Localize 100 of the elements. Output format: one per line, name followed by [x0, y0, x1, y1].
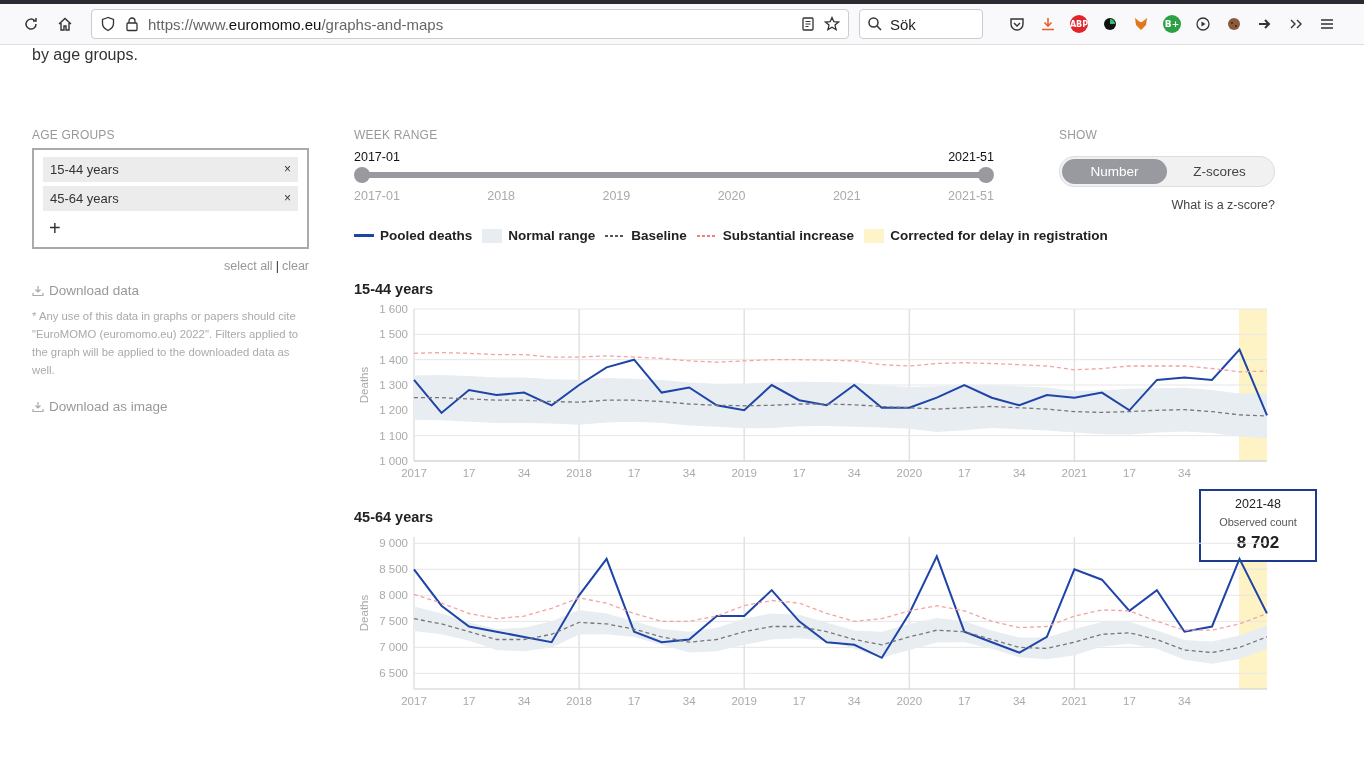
axis-label: 34 [847, 467, 861, 479]
download-icon [32, 400, 44, 413]
remove-button[interactable]: × [284, 191, 291, 206]
axis-label: 2019 [731, 695, 757, 707]
tooltip-week: 2021-48 [1234, 497, 1282, 511]
cookie-icon[interactable] [1226, 16, 1242, 32]
axis-label: 1 000 [379, 455, 408, 467]
axis-label: 2018 [566, 467, 592, 479]
legend-label: Corrected for delay in registration [890, 228, 1108, 243]
link-label: Download as image [49, 399, 168, 414]
range-tick-label: 2020 [717, 189, 746, 203]
add-button[interactable]: + [43, 215, 67, 241]
axis-label: 2021 [1061, 467, 1088, 479]
fox-icon[interactable] [1133, 16, 1149, 32]
axis-label: 2020 [896, 695, 923, 707]
age-group-selector[interactable]: 15-44 years × 45-64 years × + [32, 148, 309, 249]
z-score-help-link[interactable]: What is a z-score? [1059, 198, 1275, 212]
axis-label: 17 [957, 467, 971, 479]
range-tick-label: 2021 [832, 189, 861, 203]
tooltip-value: 8 702 [1235, 533, 1281, 553]
axis-label: 34 [1012, 467, 1026, 479]
chip-label: 45-64 years [50, 191, 119, 206]
axis-label: 6 500 [379, 667, 408, 680]
range-start-label: 2017-01 [354, 150, 400, 164]
menu-icon[interactable] [1319, 16, 1335, 32]
axis-label: 17 [462, 467, 476, 479]
intro-text: by age groups. [32, 46, 138, 64]
axis-label: 34 [1012, 695, 1026, 707]
axis-label: 17 [1123, 695, 1136, 707]
axis-label: 2017 [401, 467, 427, 479]
axis-label: 1 500 [379, 328, 408, 341]
star-icon[interactable] [824, 16, 840, 32]
axis-label: 17 [792, 695, 806, 707]
axis-label: 1 600 [379, 303, 408, 315]
download-icon [32, 284, 44, 297]
age-groups-heading: AGE GROUPS [32, 128, 116, 142]
range-end-label: 2021-51 [948, 150, 994, 164]
axis-label: 34 [682, 695, 696, 707]
axis-label: 2020 [896, 467, 923, 479]
home-icon[interactable] [57, 16, 73, 32]
axis-label: 34 [1178, 467, 1191, 479]
week-range-slider[interactable] [354, 167, 994, 183]
download-icon[interactable] [1040, 16, 1056, 32]
axis-label: 34 [1178, 695, 1191, 707]
axis-label: 7 500 [379, 615, 408, 628]
range-tick-label: 2018 [487, 189, 516, 203]
axis-label: 9 000 [379, 537, 408, 550]
range-tick-label: 2017-01 [354, 189, 400, 203]
play-icon[interactable] [1195, 16, 1211, 32]
tooltip-label: Observed count [1218, 516, 1298, 528]
range-tick-label: 2019 [602, 189, 631, 203]
axis-label: 17 [627, 695, 641, 707]
axis-label: 1 400 [379, 353, 408, 366]
axis-title: Deaths [358, 366, 370, 404]
legend-label: Baseline [631, 228, 687, 243]
axis-label: 34 [517, 695, 531, 707]
address-bar[interactable]: https://www.euromomo.eu/graphs-and-maps [91, 9, 849, 39]
legend-label: Normal range [508, 228, 596, 243]
axis-label: 34 [682, 467, 696, 479]
pocket-icon[interactable] [1009, 16, 1025, 32]
axis-label: 17 [627, 467, 641, 479]
axis-label: 17 [957, 695, 971, 707]
axis-title: Deaths [358, 594, 370, 632]
search-field[interactable]: Sök [859, 9, 983, 39]
shield-icon[interactable] [100, 16, 116, 32]
show-heading: SHOW [1059, 128, 1099, 142]
legend-label: Substantial increase [722, 228, 855, 243]
remove-button[interactable]: × [284, 162, 291, 177]
adblock-button[interactable]: ABP [1070, 15, 1088, 33]
axis-label: 8 000 [379, 589, 408, 602]
link-label: Download data [49, 283, 140, 298]
toggle-option[interactable]: Z-scores [1167, 159, 1272, 184]
axis-label: 1 200 [379, 404, 408, 417]
axis-label: 1 100 [379, 429, 408, 442]
url-text: https://www.euromomo.eu/graphs-and-maps [148, 15, 445, 33]
week-range-heading: WEEK RANGE [354, 128, 439, 142]
axis-label: 34 [847, 695, 861, 707]
axis-label: 2021 [1061, 695, 1088, 707]
reader-view-icon[interactable] [800, 16, 816, 32]
legend-label: Pooled deaths [380, 228, 473, 243]
reload-icon[interactable] [23, 16, 39, 32]
range-tick-label: 2021-51 [948, 189, 994, 203]
axis-label: 1 300 [379, 379, 408, 391]
axis-label: 8 500 [379, 563, 408, 576]
axis-label: 2018 [566, 695, 592, 707]
slider-handle[interactable] [354, 167, 370, 183]
citation-note: * Any use of this data in graphs or papers should cite "EuroMOMO (euromomo.eu) 2022". Filters applied to the graph will be applied to the downloaded data as well. [32, 309, 300, 378]
separator: | [275, 259, 279, 273]
axis-label: 34 [517, 467, 531, 479]
slider-handle[interactable] [978, 167, 994, 183]
axis-label: 17 [462, 695, 476, 707]
chart-title: 15-44 years [354, 281, 433, 297]
axis-label: 17 [1123, 467, 1136, 479]
chart-title: 45-64 years [354, 509, 433, 525]
axis-label: 17 [792, 467, 806, 479]
axis-label: 2017 [401, 695, 427, 707]
axis-label: 7 000 [379, 641, 408, 654]
lock-icon [124, 16, 140, 32]
chip-label: 15-44 years [50, 162, 119, 177]
search-icon [867, 16, 883, 32]
